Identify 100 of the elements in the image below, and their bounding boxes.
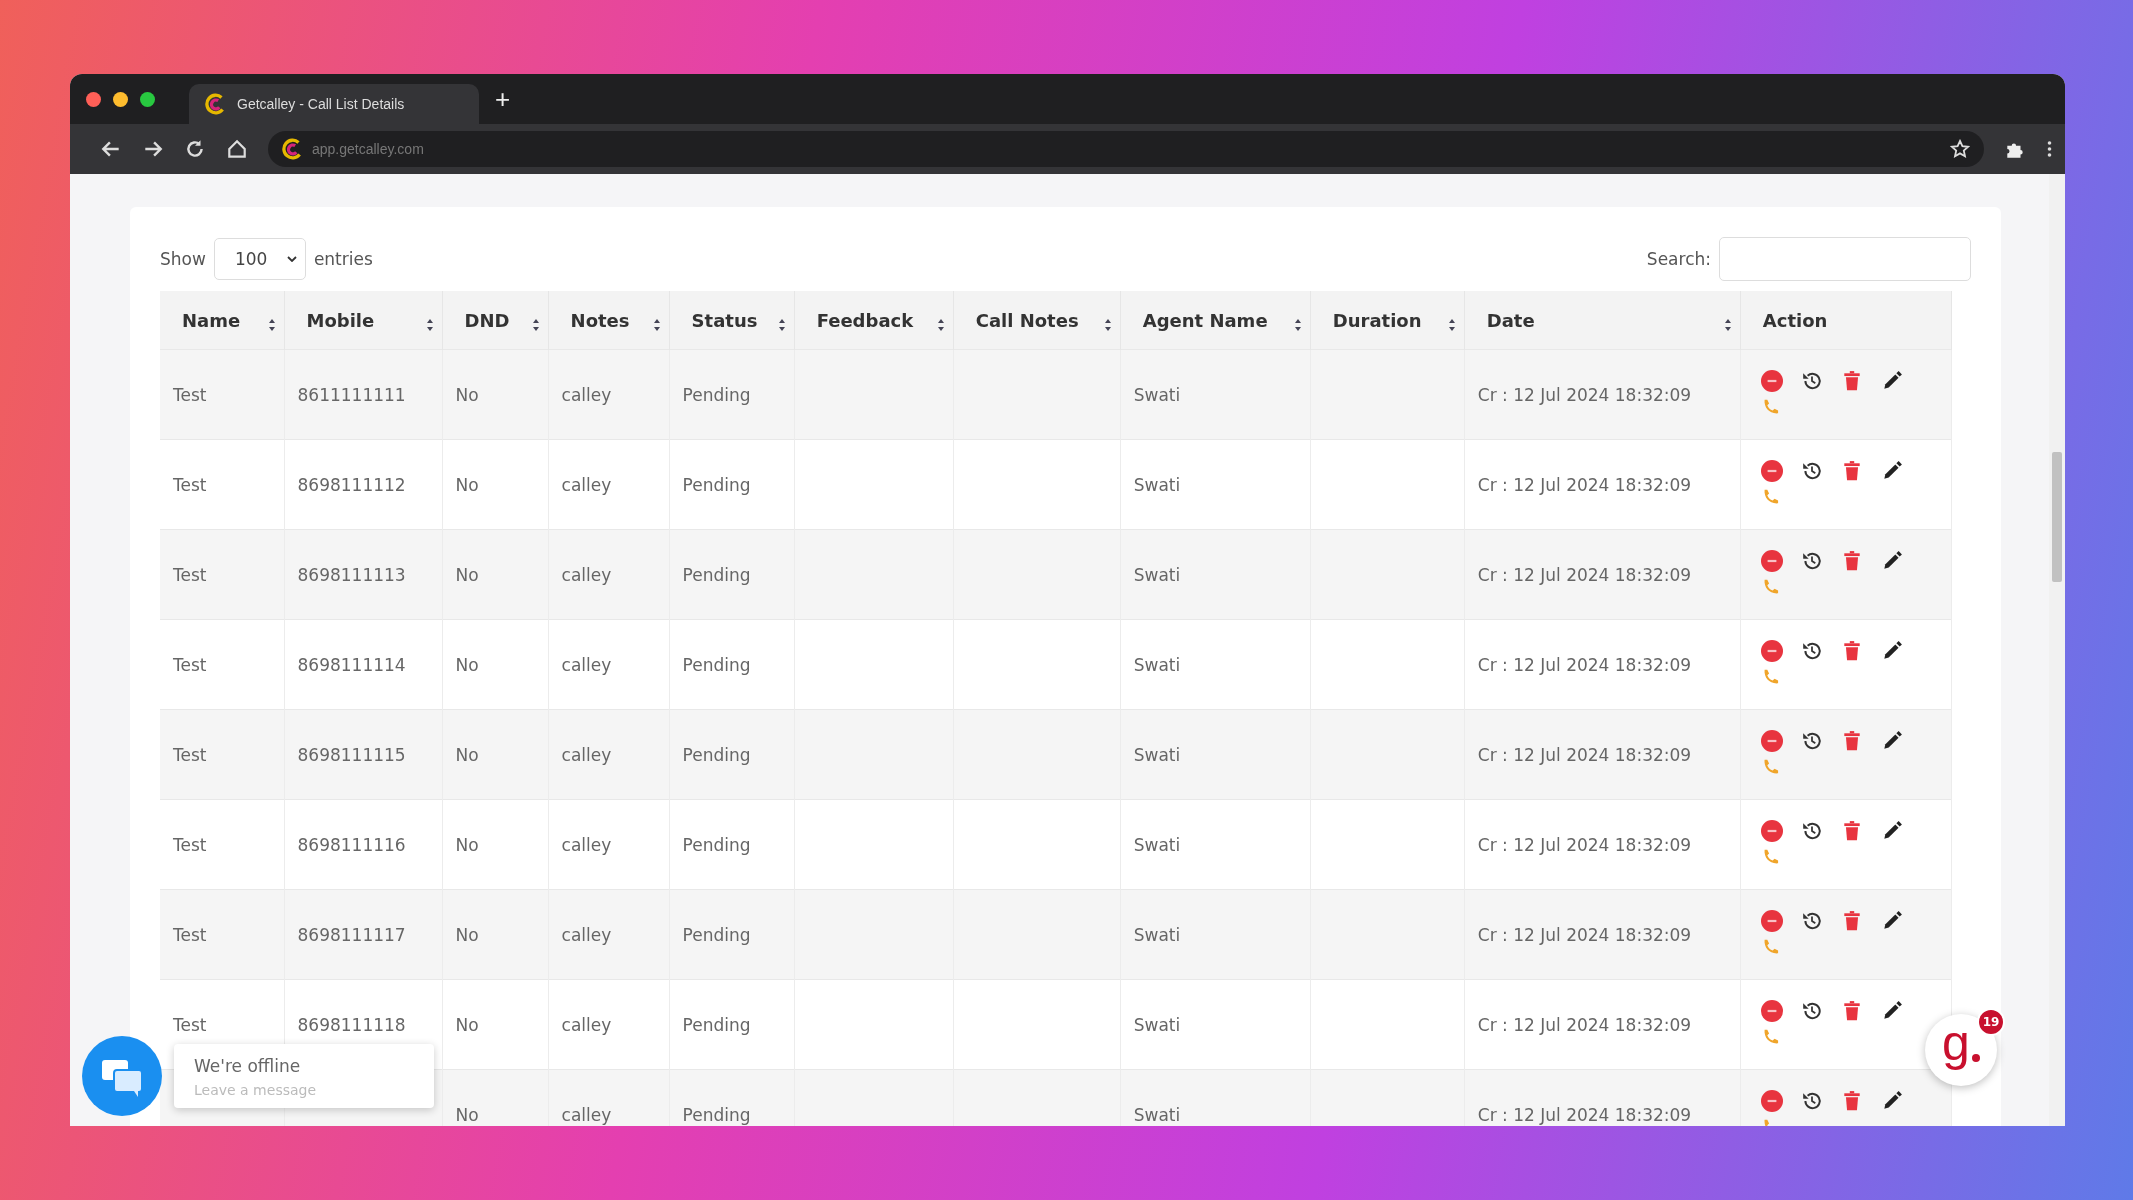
column-header[interactable]: Mobile — [284, 291, 443, 350]
column-header[interactable]: Feedback — [794, 291, 954, 350]
new-tab-button[interactable]: + — [489, 83, 517, 115]
table-cell: Test — [160, 889, 285, 980]
sort-icon[interactable] — [531, 318, 540, 332]
column-header[interactable]: Notes — [548, 291, 670, 350]
table-cell: calley — [548, 619, 670, 710]
table-cell: Cr : 12 Jul 2024 18:32:09 — [1464, 1069, 1741, 1126]
column-header[interactable]: Action — [1740, 291, 1952, 350]
table-cell: Pending — [669, 529, 795, 620]
table-cell: No — [442, 799, 549, 890]
table-cell: 8698111115 — [284, 709, 443, 800]
chat-subtitle: Leave a message — [194, 1082, 318, 1098]
logo-icon — [205, 93, 227, 115]
home-icon[interactable] — [226, 138, 248, 160]
table-cell: No — [442, 439, 549, 530]
table-cell: No — [442, 349, 549, 440]
star-icon[interactable] — [1950, 139, 1970, 159]
maximize-icon[interactable] — [140, 91, 155, 107]
table-cell: Cr : 12 Jul 2024 18:32:09 — [1464, 799, 1741, 890]
table-cell: 8698111112 — [284, 439, 443, 530]
column-header[interactable]: Agent Name — [1120, 291, 1311, 350]
tab-title: Getcalley - Call List Details — [237, 96, 405, 112]
table-cell: Swati — [1120, 799, 1311, 890]
table-cell: calley — [548, 439, 670, 530]
table-cell: 8698111117 — [284, 889, 443, 980]
record-icon[interactable] — [1760, 459, 1783, 482]
table-cell: Test — [160, 529, 285, 620]
record-icon[interactable] — [1760, 729, 1783, 752]
table-cell: No — [442, 979, 549, 1070]
table-cell: Cr : 12 Jul 2024 18:32:09 — [1464, 349, 1741, 440]
table-cell: Pending — [669, 709, 795, 800]
table-cell: Pending — [669, 1069, 795, 1126]
chat-popup[interactable]: We're offline Leave a message — [174, 1044, 434, 1108]
table-cell: Test — [160, 709, 285, 800]
caret-icon — [286, 256, 297, 262]
show-label: Show — [160, 249, 206, 269]
record-icon[interactable] — [1760, 639, 1783, 662]
table-cell: Pending — [669, 979, 795, 1070]
sort-icon[interactable] — [1447, 318, 1456, 332]
record-icon[interactable] — [1760, 1089, 1783, 1112]
table-cell: calley — [548, 529, 670, 620]
sort-icon[interactable] — [425, 318, 434, 332]
sort-icon[interactable] — [1103, 318, 1112, 332]
table-cell: Swati — [1120, 1069, 1311, 1126]
scrollbar[interactable] — [2049, 174, 2065, 1126]
sort-icon[interactable] — [936, 318, 945, 332]
table-cell: Cr : 12 Jul 2024 18:32:09 — [1464, 619, 1741, 710]
table-cell: Swati — [1120, 619, 1311, 710]
record-icon[interactable] — [1760, 909, 1783, 932]
sort-icon[interactable] — [1723, 318, 1732, 332]
browser-tab[interactable]: Getcalley - Call List Details — [189, 84, 479, 124]
column-header[interactable]: Status — [669, 291, 795, 350]
record-icon[interactable] — [1760, 999, 1783, 1022]
table-cell: 8698111114 — [284, 619, 443, 710]
table-cell: Swati — [1120, 889, 1311, 980]
close-icon[interactable] — [86, 91, 101, 107]
search-field[interactable] — [1719, 237, 1971, 281]
column-header[interactable]: Date — [1464, 291, 1741, 350]
table-cell: Test — [160, 349, 285, 440]
page-length-select[interactable]: 100 — [213, 238, 306, 280]
table-cell: calley — [548, 979, 670, 1070]
chat-icon[interactable] — [82, 1036, 162, 1116]
search-label: Search: — [1646, 249, 1711, 269]
record-icon[interactable] — [1760, 549, 1783, 572]
table-cell: calley — [548, 1069, 670, 1126]
column-header[interactable]: Call Notes — [953, 291, 1121, 350]
table-cell: Cr : 12 Jul 2024 18:32:09 — [1464, 889, 1741, 980]
table-cell: Swati — [1120, 979, 1311, 1070]
table-cell: Swati — [1120, 709, 1311, 800]
table-cell: Swati — [1120, 439, 1311, 530]
table-cell: Test — [160, 439, 285, 530]
column-header[interactable]: DND — [442, 291, 549, 350]
column-header[interactable]: Duration — [1310, 291, 1465, 350]
table-cell: No — [442, 709, 549, 800]
reload-icon[interactable] — [184, 138, 206, 160]
minimize-icon[interactable] — [113, 91, 128, 107]
table-cell: No — [442, 529, 549, 620]
table-cell: Swati — [1120, 349, 1311, 440]
table-cell: Pending — [669, 349, 795, 440]
table-cell: Test — [160, 619, 285, 710]
column-header[interactable]: Name — [160, 291, 285, 350]
table-cell: No — [442, 619, 549, 710]
table-cell: Swati — [1120, 529, 1311, 620]
record-icon[interactable] — [1760, 819, 1783, 842]
sort-icon[interactable] — [777, 318, 786, 332]
table-cell: No — [442, 889, 549, 980]
table-cell: Test — [160, 799, 285, 890]
menu-icon[interactable] — [2046, 139, 2053, 159]
address-bar[interactable]: app.getcalley.com — [268, 131, 1984, 167]
table-cell: 8611111111 — [284, 349, 443, 440]
record-icon[interactable] — [1760, 369, 1783, 392]
sort-icon[interactable] — [652, 318, 661, 332]
sort-icon[interactable] — [1293, 318, 1302, 332]
table-cell: Cr : 12 Jul 2024 18:32:09 — [1464, 709, 1741, 800]
notification-badge: 19 — [1977, 1008, 2005, 1036]
table-cell: 8698111113 — [284, 529, 443, 620]
table-cell: Cr : 12 Jul 2024 18:32:09 — [1464, 979, 1741, 1070]
table-cell: Cr : 12 Jul 2024 18:32:09 — [1464, 529, 1741, 620]
sort-icon[interactable] — [267, 318, 276, 332]
